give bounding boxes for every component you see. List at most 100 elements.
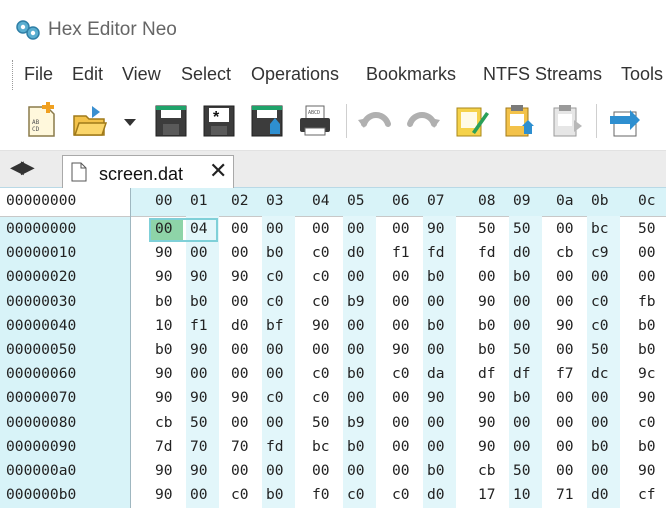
hex-byte-cell[interactable]: 00 [231,414,249,431]
hex-byte-cell[interactable]: cf [638,486,656,503]
hex-byte-cell[interactable]: 90 [190,389,208,406]
hex-byte-cell[interactable]: 00 [591,268,609,285]
hex-byte-cell[interactable]: d0 [591,486,609,503]
hex-byte-cell[interactable]: 00 [231,365,249,382]
hex-byte-cell[interactable]: 00 [155,220,173,237]
hex-byte-cell[interactable]: 00 [392,389,410,406]
hex-byte-cell[interactable]: b0 [155,341,173,358]
hex-byte-cell[interactable]: 00 [392,438,410,455]
hex-byte-cell[interactable]: b9 [347,293,365,310]
hex-byte-cell[interactable]: 00 [427,341,445,358]
hex-byte-cell[interactable]: 00 [347,341,365,358]
hex-byte-cell[interactable]: 00 [266,220,284,237]
hex-byte-cell[interactable]: c0 [591,293,609,310]
hex-byte-cell[interactable]: 00 [556,462,574,479]
hex-byte-cell[interactable]: 00 [312,220,330,237]
hex-byte-cell[interactable]: 00 [231,462,249,479]
hex-byte-cell[interactable]: 00 [478,268,496,285]
menu-select[interactable]: Select [181,64,231,85]
hex-byte-cell[interactable]: 90 [478,414,496,431]
hex-view[interactable]: 00000000 00 01 02 03 04 05 06 07 08 09 0a 0b 0c 00000… [0,188,666,508]
hex-byte-cell[interactable]: 90 [155,486,173,503]
hex-byte-cell[interactable]: c0 [266,268,284,285]
hex-byte-cell[interactable]: 50 [312,414,330,431]
hex-byte-cell[interactable]: 00 [392,317,410,334]
hex-byte-cell[interactable]: bf [266,317,284,334]
hex-byte-cell[interactable]: 90 [155,462,173,479]
hex-byte-cell[interactable]: f7 [556,365,574,382]
hex-byte-cell[interactable]: 00 [347,317,365,334]
paste-icon[interactable] [500,102,538,140]
hex-byte-cell[interactable]: 90 [231,268,249,285]
hex-byte-cell[interactable]: 10 [513,486,531,503]
export-icon[interactable] [606,102,644,140]
hex-byte-cell[interactable]: 00 [266,341,284,358]
hex-byte-cell[interactable]: 00 [266,365,284,382]
hex-byte-cell[interactable]: b0 [347,365,365,382]
hex-byte-cell[interactable]: 00 [392,462,410,479]
hex-byte-cell[interactable]: dc [591,365,609,382]
hex-byte-cell[interactable]: 00 [556,293,574,310]
hex-byte-cell[interactable]: 70 [190,438,208,455]
new-file-icon[interactable]: AB CD [22,102,60,140]
hex-byte-cell[interactable]: 90 [427,220,445,237]
hex-byte-cell[interactable]: 90 [556,317,574,334]
hex-byte-cell[interactable]: b9 [347,414,365,431]
save-all-icon[interactable]: * [200,102,238,140]
hex-byte-cell[interactable]: 00 [638,268,656,285]
hex-byte-cell[interactable]: b0 [427,317,445,334]
hex-byte-cell[interactable]: f1 [190,317,208,334]
hex-byte-cell[interactable]: 50 [513,341,531,358]
hex-byte-cell[interactable]: 90 [155,268,173,285]
redo-icon[interactable] [404,102,442,140]
hex-byte-cell[interactable]: b0 [427,268,445,285]
hex-byte-cell[interactable]: 00 [427,293,445,310]
hex-byte-cell[interactable]: 50 [591,341,609,358]
hex-byte-cell[interactable]: 00 [591,462,609,479]
hex-byte-cell[interactable]: 90 [478,389,496,406]
hex-byte-cell[interactable]: 9c [638,365,656,382]
hex-byte-cell[interactable]: 00 [427,414,445,431]
hex-byte-cell[interactable]: cb [478,462,496,479]
menu-tools[interactable]: Tools [621,64,663,85]
hex-byte-cell[interactable]: 00 [513,414,531,431]
hex-byte-cell[interactable]: df [478,365,496,382]
hex-byte-cell[interactable]: d0 [347,244,365,261]
hex-byte-cell[interactable]: 00 [266,462,284,479]
open-file-icon[interactable] [70,102,108,140]
hex-byte-cell[interactable]: 50 [190,414,208,431]
hex-byte-cell[interactable]: c9 [591,244,609,261]
hex-byte-cell[interactable]: 00 [231,341,249,358]
save-icon[interactable] [152,102,190,140]
edit-notepad-icon[interactable] [452,102,490,140]
hex-byte-cell[interactable]: 00 [556,389,574,406]
hex-byte-cell[interactable]: c0 [591,317,609,334]
hex-byte-cell[interactable]: 00 [312,462,330,479]
hex-byte-cell[interactable]: 00 [347,389,365,406]
menu-file[interactable]: File [24,64,53,85]
hex-byte-cell[interactable]: 17 [478,486,496,503]
hex-byte-cell[interactable]: 00 [231,220,249,237]
hex-byte-cell[interactable]: df [513,365,531,382]
hex-byte-cell[interactable]: cb [155,414,173,431]
hex-byte-cell[interactable]: 90 [155,365,173,382]
hex-byte-cell[interactable]: 00 [556,268,574,285]
menu-view[interactable]: View [122,64,161,85]
hex-byte-cell[interactable]: 90 [427,389,445,406]
tab-screen-dat[interactable]: screen.dat ✕ [62,155,234,189]
hex-byte-cell[interactable]: c0 [312,365,330,382]
hex-byte-cell[interactable]: 04 [190,220,208,237]
hex-byte-cell[interactable]: f1 [392,244,410,261]
hex-byte-cell[interactable]: 00 [513,438,531,455]
hex-byte-cell[interactable]: c0 [266,293,284,310]
menu-edit[interactable]: Edit [72,64,103,85]
hex-byte-cell[interactable]: 90 [190,268,208,285]
hex-byte-cell[interactable]: 00 [190,365,208,382]
hex-byte-cell[interactable]: fb [638,293,656,310]
hex-byte-cell[interactable]: c0 [347,486,365,503]
hex-byte-cell[interactable]: 50 [513,220,531,237]
hex-byte-cell[interactable]: 90 [478,438,496,455]
save-as-icon[interactable] [248,102,286,140]
hex-byte-cell[interactable]: b0 [478,341,496,358]
hex-byte-cell[interactable]: b0 [266,244,284,261]
